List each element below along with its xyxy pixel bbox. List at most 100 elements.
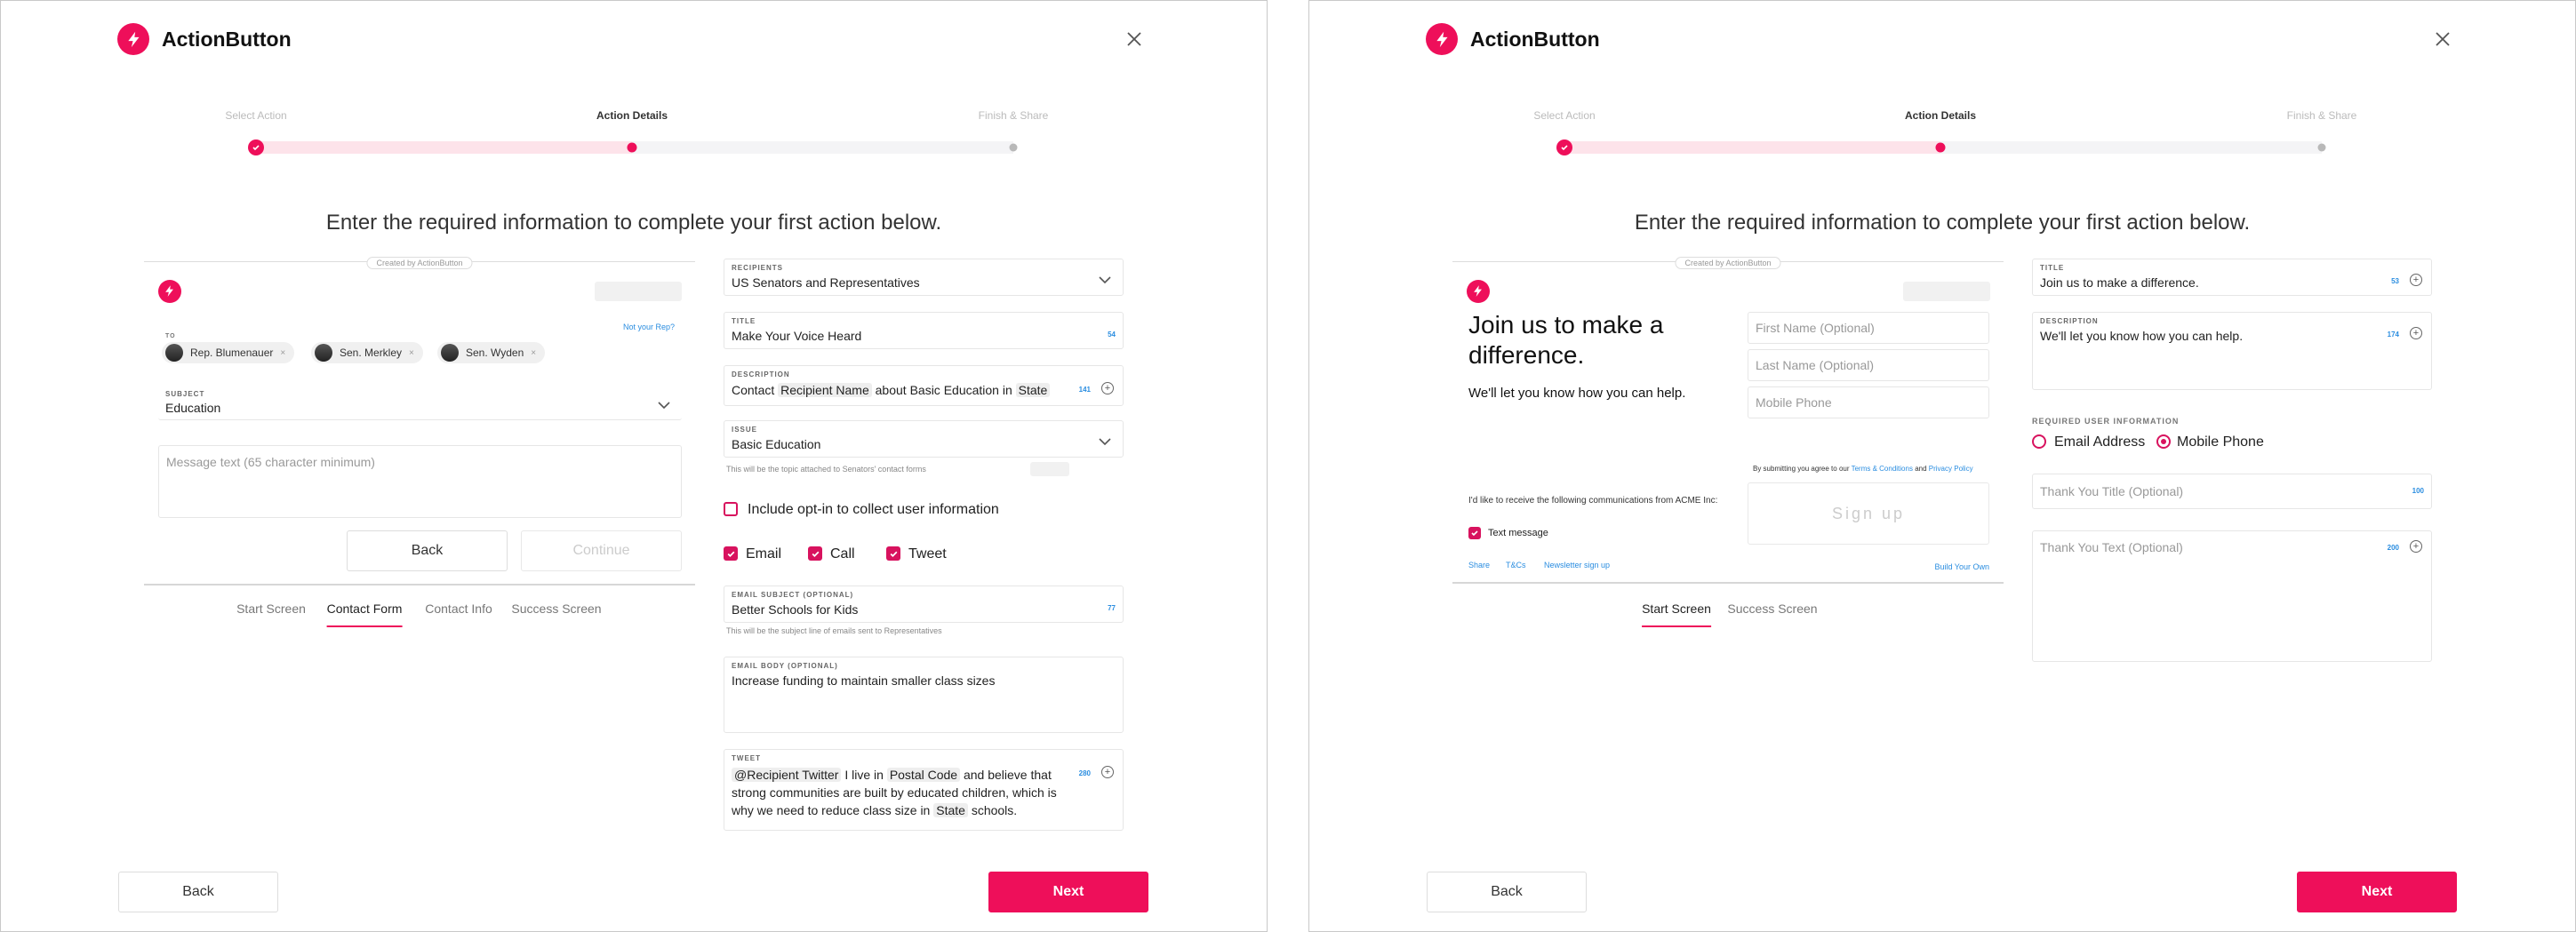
remove-icon[interactable]: × [280,348,285,358]
mobile-phone-input[interactable]: Mobile Phone [1748,386,1989,418]
email-body-value: Increase funding to maintain smaller cla… [732,673,996,688]
preview-placeholder-bar [1903,282,1990,301]
add-tag-icon[interactable]: + [1101,382,1114,394]
logo: ActionButton [117,23,292,55]
created-by-badge: Created by ActionButton [366,257,473,269]
email-label: Email [746,546,782,562]
mobile-phone-label: Mobile Phone [2177,434,2264,450]
step-complete-dot [248,139,264,155]
thank-you-text-textarea[interactable]: Thank You Text (Optional) 200 + [2032,530,2432,662]
email-body-textarea[interactable]: EMAIL BODY (OPTIONAL) Increase funding t… [724,657,1124,733]
description-value: We'll let you know how you can help. [2040,329,2244,343]
next-button[interactable]: Next [988,872,1148,912]
tab-contact-form[interactable]: Contact Form [326,601,402,627]
last-name-input[interactable]: Last Name (Optional) [1748,349,1989,381]
email-subject-input[interactable]: EMAIL SUBJECT (OPTIONAL) Better Schools … [724,585,1124,623]
back-button[interactable]: Back [118,872,278,912]
bolt-logo-icon [117,23,149,55]
message-textarea[interactable]: Message text (65 character minimum) [158,445,682,518]
add-tag-icon[interactable]: + [2410,540,2422,553]
subject-label: SUBJECT [165,390,205,398]
progress-fill [1564,141,1940,154]
tweet-checkbox[interactable] [886,546,900,561]
email-address-label: Email Address [2054,434,2146,450]
description-input[interactable]: DESCRIPTION Contact Recipient Name about… [724,365,1124,406]
privacy-link[interactable]: Privacy Policy [1929,465,1973,473]
next-button[interactable]: Next [2297,872,2457,912]
add-tag-icon[interactable]: + [2410,274,2422,286]
merge-tag[interactable]: Postal Code [886,768,961,782]
terms-link[interactable]: Terms & Conditions [1852,465,1913,473]
title-input[interactable]: TITLE Join us to make a difference. 53 + [2032,259,2432,296]
left-screen: ActionButton Select Action Action Detail… [0,0,1268,932]
preview-logo-icon [158,280,181,303]
merge-tag[interactable]: State [1015,383,1051,397]
call-label: Call [830,546,855,562]
tweet-text: schools. [971,803,1018,817]
newsletter-link[interactable]: Newsletter sign up [1544,561,1610,570]
recipients-select[interactable]: RECIPIENTS US Senators and Representativ… [724,259,1124,296]
build-your-own-link[interactable]: Build Your Own [1934,562,1989,571]
merge-tag[interactable]: @Recipient Twitter [732,768,842,782]
email-address-radio[interactable] [2032,434,2046,449]
to-label: TO [165,333,176,339]
issue-select[interactable]: ISSUE Basic Education [724,420,1124,458]
preview-back-button[interactable]: Back [347,530,508,571]
tooltip-placeholder [1030,462,1069,476]
tweet-text: and believe that [963,768,1052,782]
preview-title: Join us to make a difference. [1468,311,1664,369]
tab-start-screen[interactable]: Start Screen [1642,601,1711,627]
first-name-input[interactable]: First Name (Optional) [1748,312,1989,344]
share-link[interactable]: Share [1468,561,1490,570]
subject-select[interactable]: SUBJECT Education [158,386,682,420]
step-label: Select Action [1533,109,1596,122]
recipient-chip[interactable]: Sen. Merkley × [311,342,423,363]
email-subject-value: Better Schools for Kids [732,602,859,617]
text-message-checkbox[interactable] [1468,527,1481,539]
title-input[interactable]: TITLE Make Your Voice Heard 54 [724,312,1124,349]
tab-success-screen[interactable]: Success Screen [511,601,601,616]
terms-notice: By submitting you agree to our Terms & C… [1753,465,1973,473]
first-name-placeholder: First Name (Optional) [1756,321,1875,335]
char-count: 141 [1078,386,1091,394]
preview-continue-button[interactable]: Continue [521,530,682,571]
back-button[interactable]: Back [1427,872,1587,912]
tab-start-screen[interactable]: Start Screen [236,601,306,616]
add-tag-icon[interactable]: + [2410,327,2422,339]
sign-up-button[interactable]: Sign up [1748,482,1989,545]
close-icon[interactable] [2431,28,2454,51]
tab-contact-info[interactable]: Contact Info [425,601,492,616]
call-checkbox[interactable] [808,546,822,561]
add-tag-icon[interactable]: + [1101,766,1114,778]
title-value: Make Your Voice Heard [732,329,862,343]
thank-you-title-input[interactable]: Thank You Title (Optional) 100 [2032,474,2432,509]
optin-checkbox[interactable] [724,502,738,516]
chevron-down-icon [1099,276,1111,284]
step-label: Select Action [225,109,287,122]
tweet-text: why we need to reduce class size in [732,803,931,817]
check-icon [252,145,260,151]
recipient-name: Rep. Blumenauer [190,347,274,359]
tab-success-screen[interactable]: Success Screen [1727,601,1817,616]
thank-you-text-placeholder: Thank You Text (Optional) [2040,540,2183,554]
remove-icon[interactable]: × [531,348,536,358]
description-textarea[interactable]: DESCRIPTION We'll let you know how you c… [2032,312,2432,390]
preview-placeholder-bar [595,282,682,301]
tweet-textarea[interactable]: TWEET @Recipient Twitter I live in Posta… [724,749,1124,831]
logo: ActionButton [1426,23,1600,55]
close-icon[interactable] [1123,28,1146,51]
not-your-rep-link[interactable]: Not your Rep? [623,323,675,331]
recipient-name: Sen. Wyden [466,347,524,359]
message-placeholder: Message text (65 character minimum) [166,455,375,469]
mobile-phone-radio[interactable] [2156,434,2171,449]
merge-tag[interactable]: State [933,803,968,817]
recipient-chip[interactable]: Rep. Blumenauer × [162,342,295,363]
contact-form-preview: Created by ActionButton Not your Rep? TO… [144,257,695,585]
recipient-chip[interactable]: Sen. Wyden × [437,342,546,363]
recipient-name: Sen. Merkley [340,347,403,359]
email-checkbox[interactable] [724,546,738,561]
remove-icon[interactable]: × [409,348,414,358]
merge-tag[interactable]: Recipient Name [778,383,872,397]
tcs-link[interactable]: T&Cs [1506,561,1526,570]
optin-label: Include opt-in to collect user informati… [748,502,999,517]
